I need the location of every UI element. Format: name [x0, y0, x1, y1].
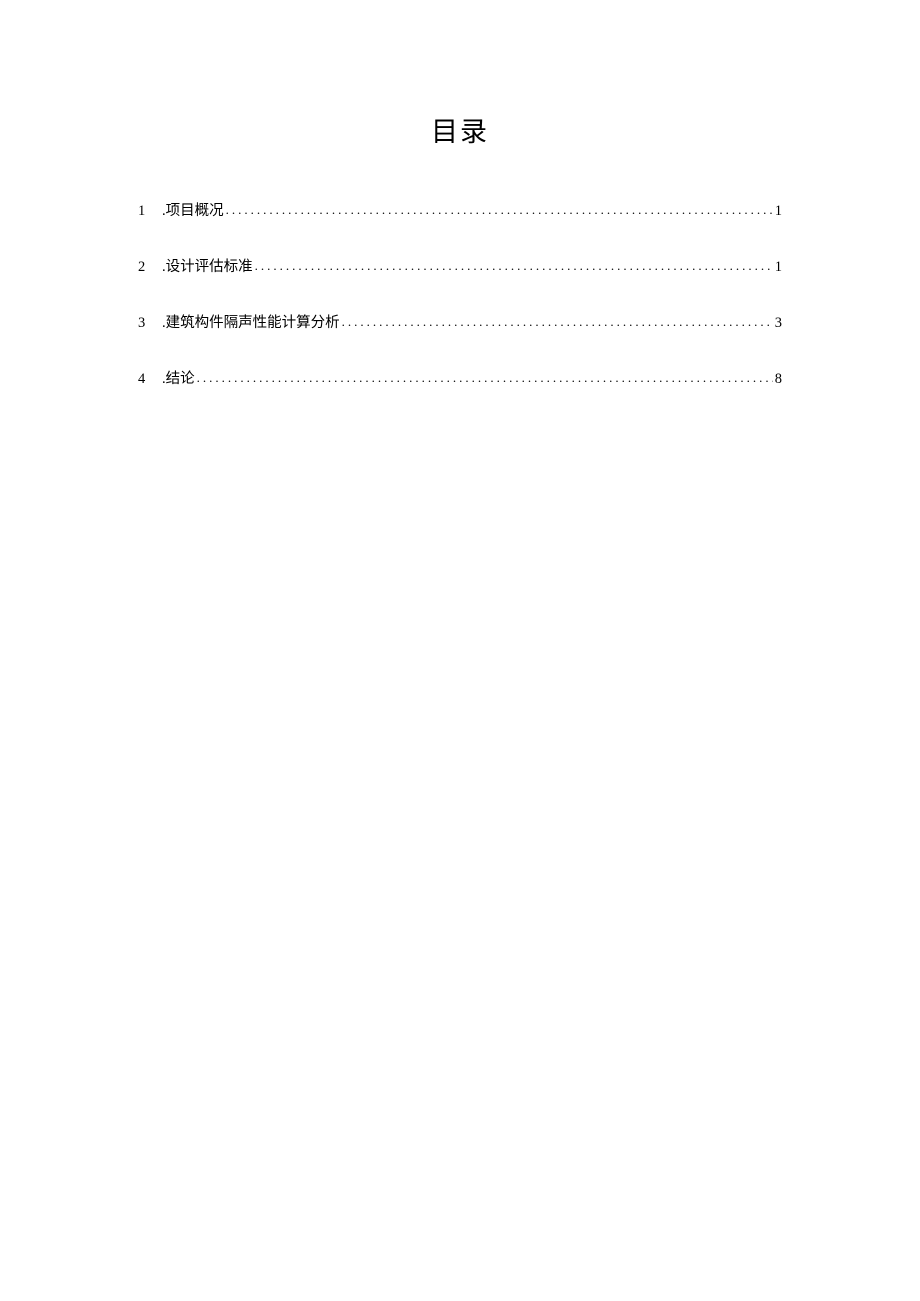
- toc-entry-number: 4: [138, 371, 162, 388]
- toc-leader-dots: [255, 258, 773, 274]
- toc-leader-dots: [197, 370, 773, 386]
- toc-entry-number: 2: [138, 259, 162, 276]
- toc-entry-page: 8: [775, 371, 782, 388]
- toc-entry[interactable]: 1 . 项目概况 1: [138, 199, 782, 220]
- toc-entry[interactable]: 2 . 设计评估标准 1: [138, 255, 782, 276]
- toc-entry-page: 1: [775, 203, 782, 220]
- toc-entry-number: 1: [138, 203, 162, 220]
- toc-entry-number: 3: [138, 315, 162, 332]
- toc-leader-dots: [226, 202, 773, 218]
- toc-entry-label: 结论: [166, 367, 195, 388]
- toc-entry-label: 项目概况: [166, 199, 224, 220]
- toc-entry-label: 设计评估标准: [166, 255, 253, 276]
- toc-title: 目录: [90, 110, 830, 149]
- document-page: 目录 1 . 项目概况 1 2 . 设计评估标准 1 3 . 建筑构件隔声性能计…: [0, 0, 920, 388]
- toc-entry-label: 建筑构件隔声性能计算分析: [166, 311, 340, 332]
- toc-leader-dots: [342, 314, 773, 330]
- toc-entry-page: 1: [775, 259, 782, 276]
- table-of-contents: 1 . 项目概况 1 2 . 设计评估标准 1 3 . 建筑构件隔声性能计算分析…: [90, 199, 830, 388]
- toc-entry-page: 3: [775, 315, 782, 332]
- toc-entry[interactable]: 4 . 结论 8: [138, 367, 782, 388]
- toc-entry[interactable]: 3 . 建筑构件隔声性能计算分析 3: [138, 311, 782, 332]
